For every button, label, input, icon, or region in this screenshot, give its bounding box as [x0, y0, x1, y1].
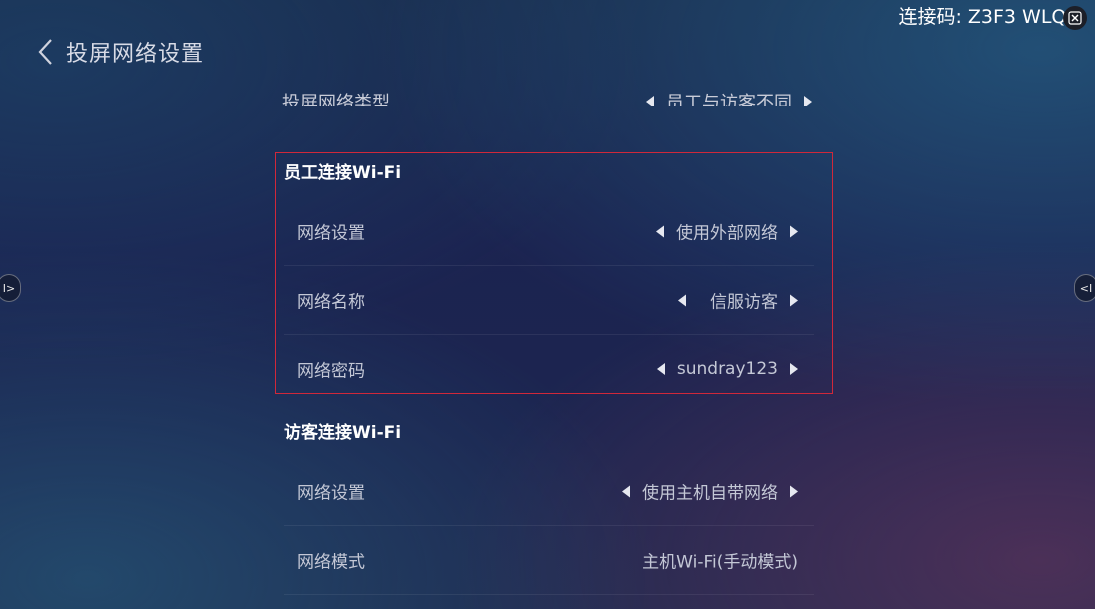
prev-option-icon[interactable]	[678, 294, 686, 306]
left-panel-handle[interactable]: I>	[0, 274, 21, 302]
row-value: 使用主机自带网络	[642, 483, 778, 504]
row-label: 网络设置	[297, 483, 365, 504]
next-option-icon[interactable]	[790, 485, 798, 497]
row-value: 主机Wi-Fi(手动模式)	[642, 552, 798, 573]
row-label: 网络设置	[297, 223, 365, 244]
staff-network-name-row[interactable]: 网络名称 信服访客	[284, 266, 814, 335]
option-selector[interactable]: sundray123	[656, 359, 798, 379]
guest-network-setting-row[interactable]: 网络设置 使用主机自带网络	[284, 457, 814, 526]
prev-option-icon[interactable]	[646, 96, 654, 106]
row-value: sundray123	[676, 359, 778, 379]
prev-option-icon[interactable]	[622, 485, 630, 497]
network-type-row[interactable]: 投屏网络类型 员工与访客不同	[282, 92, 812, 106]
guest-network-mode-row: 网络模式 主机Wi-Fi(手动模式)	[284, 526, 814, 595]
header: 投屏网络设置	[36, 36, 204, 68]
staff-network-password-row[interactable]: 网络密码 sundray123	[284, 335, 814, 403]
guest-wifi-title: 访客连接Wi-Fi	[284, 423, 402, 443]
prev-option-icon[interactable]	[656, 363, 665, 375]
prev-option-icon[interactable]	[656, 225, 664, 237]
staff-network-setting-row[interactable]: 网络设置 使用外部网络	[284, 197, 814, 266]
staff-wifi-title: 员工连接Wi-Fi	[284, 163, 402, 183]
next-option-icon[interactable]	[804, 96, 812, 106]
next-option-icon[interactable]	[790, 363, 798, 375]
row-label: 网络密码	[297, 361, 365, 382]
option-selector[interactable]: 信服访客	[678, 288, 798, 313]
close-icon[interactable]	[1063, 6, 1087, 30]
row-value: 使用外部网络	[676, 223, 778, 244]
row-value: 信服访客	[710, 292, 778, 313]
network-type-selector[interactable]: 员工与访客不同	[646, 92, 812, 106]
row-label: 网络名称	[297, 292, 365, 313]
row-label: 网络模式	[297, 552, 365, 573]
network-type-value: 员工与访客不同	[666, 93, 792, 106]
option-selector[interactable]: 使用外部网络	[656, 219, 798, 244]
page-title: 投屏网络设置	[66, 42, 205, 67]
option-selector[interactable]: 使用主机自带网络	[622, 479, 798, 504]
next-option-icon[interactable]	[790, 225, 798, 237]
right-panel-handle[interactable]: <I	[1074, 274, 1095, 302]
next-option-icon[interactable]	[790, 294, 798, 306]
back-arrow-icon[interactable]	[36, 37, 56, 67]
connection-code: 连接码: Z3F3 WLQD	[898, 6, 1081, 28]
network-type-label: 投屏网络类型	[282, 93, 390, 106]
